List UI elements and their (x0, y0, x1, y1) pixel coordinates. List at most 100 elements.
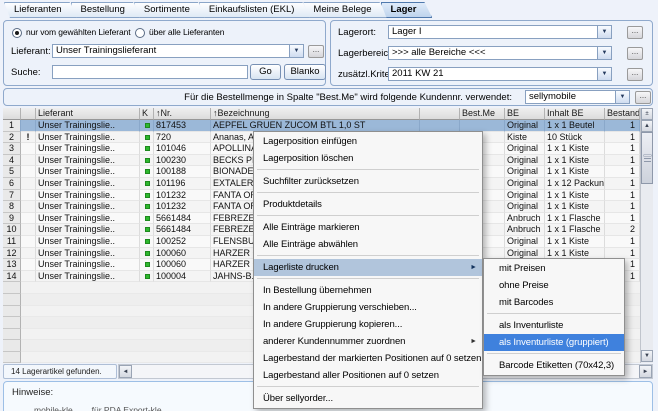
cell: 1 x 1 Kiste (545, 190, 605, 202)
menu-item-in-andere-gruppierung-verschieben[interactable]: In andere Gruppierung verschieben... (254, 299, 482, 316)
menu-item-produktdetails[interactable]: Produktdetails (254, 196, 482, 213)
print-submenu: mit Preisenohne Preise mit Barcodes als In… (483, 258, 625, 376)
menu-item-label: Alle Einträge abwählen (263, 239, 358, 250)
cell: 1 (605, 120, 640, 132)
cell: 7 (3, 190, 21, 202)
scroll-right-icon[interactable]: ► (639, 365, 652, 378)
scroll-down-icon[interactable]: ▼ (641, 350, 653, 362)
menu-item-ohne-preise[interactable]: ohne Preise (484, 277, 624, 294)
status-count: 14 Lagerartikel gefunden. (3, 364, 117, 379)
cell (140, 248, 154, 260)
column-header-empty[interactable] (3, 108, 21, 120)
scroll-up-icon[interactable]: ▲ (641, 120, 653, 132)
lieferant-combobox[interactable]: Unser Trainingslieferant (52, 44, 290, 58)
scroll-left-icon[interactable]: ◄ (119, 365, 132, 378)
cell (21, 248, 36, 260)
chevron-down-icon[interactable]: ▼ (597, 25, 612, 39)
tab-einkaufslisten-ekl[interactable]: Einkaufslisten (EKL) (199, 2, 311, 18)
lagerbereich-more-button[interactable]: ... (627, 47, 643, 60)
context-menu: Lagerposition einfügenLagerposition lösc… (253, 131, 483, 409)
menu-item-mit-barcodes[interactable]: mit Barcodes (484, 294, 624, 311)
chevron-down-icon[interactable]: ▼ (615, 90, 630, 104)
radio-all-suppliers[interactable] (135, 28, 145, 38)
kundennr-combobox[interactable]: sellymobile (525, 90, 616, 104)
tab-lieferanten[interactable]: Lieferanten (4, 2, 78, 18)
menu-item-lagerliste-drucken[interactable]: Lagerliste drucken ► (254, 259, 482, 276)
menu-item-lagerposition-einf-gen[interactable]: Lagerposition einfügen (254, 133, 482, 150)
table-config-icon[interactable]: ± (641, 108, 653, 120)
menu-item-alle-eintr-ge-markieren[interactable]: Alle Einträge markieren (254, 219, 482, 236)
suche-input[interactable] (52, 65, 248, 79)
lagerbereich-combobox[interactable]: >>> alle Bereiche <<< (388, 46, 598, 60)
vertical-scrollbar[interactable]: ± ▲ ▼ (640, 108, 653, 363)
cell (140, 132, 154, 144)
cell (3, 282, 21, 294)
chevron-down-icon[interactable]: ▼ (597, 67, 612, 81)
kriterium-combobox[interactable]: 2011 KW 21 (388, 67, 598, 81)
menu-item-label: Lagerliste drucken (263, 262, 339, 273)
cell: 1 x 12 Packung.. (545, 178, 605, 190)
cell: 101046 (154, 143, 211, 155)
menu-item-lagerbestand-der-markierten-positionen-a[interactable]: Lagerbestand der markierten Positionen a… (254, 350, 482, 367)
cell: Unser Trainingslie.. (36, 236, 140, 248)
column-header-empty[interactable] (21, 108, 36, 120)
stock-ok-icon (145, 227, 150, 232)
column-header-best-me[interactable]: Best.Me (460, 108, 505, 120)
cell (140, 201, 154, 213)
lagerort-combobox[interactable]: Lager I (388, 25, 598, 39)
tab-lager[interactable]: Lager (381, 2, 433, 18)
menu-item-als-inventurliste-gruppiert[interactable]: als Inventurliste (gruppiert) (484, 334, 624, 351)
cell: 5 (3, 166, 21, 178)
menu-item-suchfilter-zur-cksetzen[interactable]: Suchfilter zurücksetzen (254, 173, 482, 190)
menu-item-anderer-kundennummer-zuordnen[interactable]: anderer Kundennummer zuordnen► (254, 333, 482, 350)
stock-ok-icon (145, 135, 150, 140)
column-header-k[interactable]: K (140, 108, 154, 120)
lagerort-more-button[interactable]: ... (627, 26, 643, 39)
menu-item-barcode-etiketten-70x42-3[interactable]: Barcode Etiketten (70x42,3) (484, 357, 624, 374)
column-header-bezeichnung[interactable]: ↑Bezeichnung (211, 108, 420, 120)
column-header-be[interactable]: BE (505, 108, 545, 120)
menu-item-label: mit Barcodes (499, 297, 553, 308)
scrollbar-thumb[interactable] (641, 132, 653, 184)
column-header-empty[interactable] (420, 108, 460, 120)
menu-item-alle-eintr-ge-abw-hlen[interactable]: Alle Einträge abwählen (254, 236, 482, 253)
cell: 4 (3, 155, 21, 167)
cell: 1 (605, 213, 640, 225)
cell: Original (505, 178, 545, 190)
menu-item-lagerbestand-aller-positionen-auf-0-setz[interactable]: Lagerbestand aller Positionen auf 0 setz… (254, 367, 482, 384)
menu-item-mit-preisen[interactable]: mit Preisen (484, 260, 624, 277)
banner-text: Für die Bestellmenge in Spalte "Best.Me"… (184, 92, 512, 103)
go-button[interactable]: Go (250, 64, 281, 80)
tab-bestellung[interactable]: Bestellung (71, 2, 141, 18)
cell (140, 259, 154, 271)
menu-item-in-andere-gruppierung-kopieren[interactable]: In andere Gruppierung kopieren... (254, 316, 482, 333)
cell (460, 120, 505, 132)
chevron-down-icon[interactable]: ▼ (597, 46, 612, 60)
cell: 9 (3, 213, 21, 225)
menu-item-lagerposition-l-schen[interactable]: Lagerposition löschen (254, 150, 482, 167)
table-row-1[interactable]: 1Unser Trainingslie..817453AEPFEL GRUEN … (3, 120, 653, 132)
column-header-inhalt-be[interactable]: Inhalt BE (545, 108, 605, 120)
hinweise-label: Hinweise: (12, 387, 53, 398)
radio-selected-supplier[interactable] (12, 28, 22, 38)
cell: 1 (605, 201, 640, 213)
menu-item-in-bestellung-bernehmen[interactable]: In Bestellung übernehmen (254, 282, 482, 299)
kundennr-more-button[interactable]: ... (635, 91, 651, 104)
cell (420, 120, 460, 132)
chevron-down-icon[interactable]: ▼ (289, 44, 304, 58)
lieferant-more-button[interactable]: ... (308, 45, 324, 58)
tab-sortimente[interactable]: Sortimente (134, 2, 206, 18)
menu-item-ber-sellyorder[interactable]: Über sellyorder... (254, 390, 482, 407)
column-header-bestand[interactable]: Bestand (605, 108, 640, 120)
menu-item-als-inventurliste[interactable]: als Inventurliste (484, 317, 624, 334)
cell (3, 317, 21, 329)
tab-meine-belege[interactable]: Meine Belege (303, 2, 387, 18)
blanko-button[interactable]: Blanko (284, 64, 326, 80)
cell: 720 (154, 132, 211, 144)
cell: 100188 (154, 166, 211, 178)
column-header-lieferant[interactable]: Lieferant (36, 108, 140, 120)
cell: 100060 (154, 259, 211, 271)
submenu-arrow-icon: ► (470, 259, 477, 276)
column-header-nr[interactable]: ↑Nr. (154, 108, 211, 120)
kriterium-more-button[interactable]: ... (627, 68, 643, 81)
